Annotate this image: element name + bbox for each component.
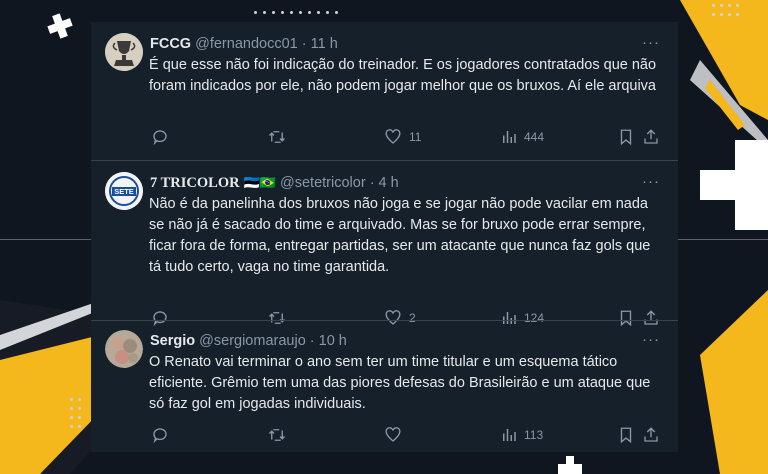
more-options-icon[interactable]: ···: [642, 173, 660, 190]
photo-avatar-icon: [105, 330, 143, 368]
retweet-icon: [269, 131, 285, 143]
share-icon: [644, 129, 658, 144]
handle[interactable]: @setetricolor: [280, 175, 366, 191]
handle[interactable]: @fernandocc01: [195, 36, 298, 52]
trophy-icon: [105, 33, 143, 71]
tweet-text: Não é da panelinha dos bruxos não joga e…: [149, 196, 651, 275]
avatar[interactable]: [105, 330, 143, 368]
share-icon: [644, 427, 658, 442]
views-icon: [503, 429, 516, 441]
display-name[interactable]: 7 TRICOLOR: [150, 175, 240, 191]
tweet-list: FCCG @fernandocc01 · 11 h ··· É que esse…: [91, 22, 678, 452]
timestamp[interactable]: · 4 h: [370, 175, 399, 191]
tweet[interactable]: Sergio @sergiomaraujo · 10 h ··· O Renat…: [91, 321, 678, 452]
bookmark-icon: [620, 427, 632, 444]
tweet-actions: 11 444: [149, 127, 669, 147]
tweet-header: 7 TRICOLOR 🇪🇪🇧🇷 @setetricolor · 4 h: [150, 175, 399, 192]
dot-row-top: [254, 11, 374, 15]
like-count: 11: [409, 130, 422, 144]
bookmark-button[interactable]: [618, 425, 634, 445]
view-count: 113: [524, 428, 544, 442]
reply-button[interactable]: [151, 425, 176, 445]
timestamp[interactable]: · 11 h: [302, 36, 338, 52]
avatar-text: SETE: [114, 187, 134, 196]
dot-grid-right: [712, 4, 752, 34]
timestamp[interactable]: · 10 h: [310, 333, 347, 349]
heart-icon: [385, 427, 401, 442]
display-name[interactable]: Sergio: [150, 333, 195, 349]
reply-button[interactable]: [151, 127, 176, 147]
display-name[interactable]: FCCG: [150, 36, 191, 52]
views-icon: [503, 131, 516, 143]
flag-emojis: 🇪🇪🇧🇷: [243, 175, 276, 190]
dot-grid-left: [70, 398, 90, 438]
bookmark-icon: [620, 129, 632, 146]
tweet-actions: 113: [149, 425, 669, 445]
view-count: 444: [524, 130, 545, 144]
tweet-text: O Renato vai terminar o ano sem ter um t…: [149, 354, 651, 412]
retweet-button[interactable]: [267, 127, 294, 147]
share-button[interactable]: [642, 425, 660, 445]
share-button[interactable]: [642, 127, 660, 147]
avatar[interactable]: SETE: [105, 172, 143, 210]
retweet-button[interactable]: [267, 425, 294, 445]
tweet-header: Sergio @sergiomaraujo · 10 h: [150, 333, 347, 349]
avatar[interactable]: [105, 33, 143, 71]
views-button[interactable]: 444: [501, 127, 544, 147]
more-options-icon[interactable]: ···: [642, 331, 660, 348]
reply-icon: [153, 130, 167, 146]
retweet-icon: [269, 429, 285, 441]
tweet[interactable]: SETE 7 TRICOLOR 🇪🇪🇧🇷 @setetricolor · 4 h…: [91, 161, 678, 327]
more-options-icon[interactable]: ···: [642, 34, 660, 51]
reply-icon: [153, 428, 167, 444]
views-button[interactable]: 113: [501, 425, 543, 445]
bookmark-button[interactable]: [618, 127, 634, 147]
handle[interactable]: @sergiomaraujo: [199, 333, 306, 349]
like-button[interactable]: 11: [384, 127, 421, 147]
tweet-header: FCCG @fernandocc01 · 11 h: [150, 36, 338, 52]
like-button[interactable]: [384, 425, 409, 445]
heart-icon: [385, 129, 401, 144]
tweet-text: É que esse não foi indicação do treinado…: [149, 57, 657, 94]
tweet[interactable]: FCCG @fernandocc01 · 11 h ··· É que esse…: [91, 22, 678, 162]
